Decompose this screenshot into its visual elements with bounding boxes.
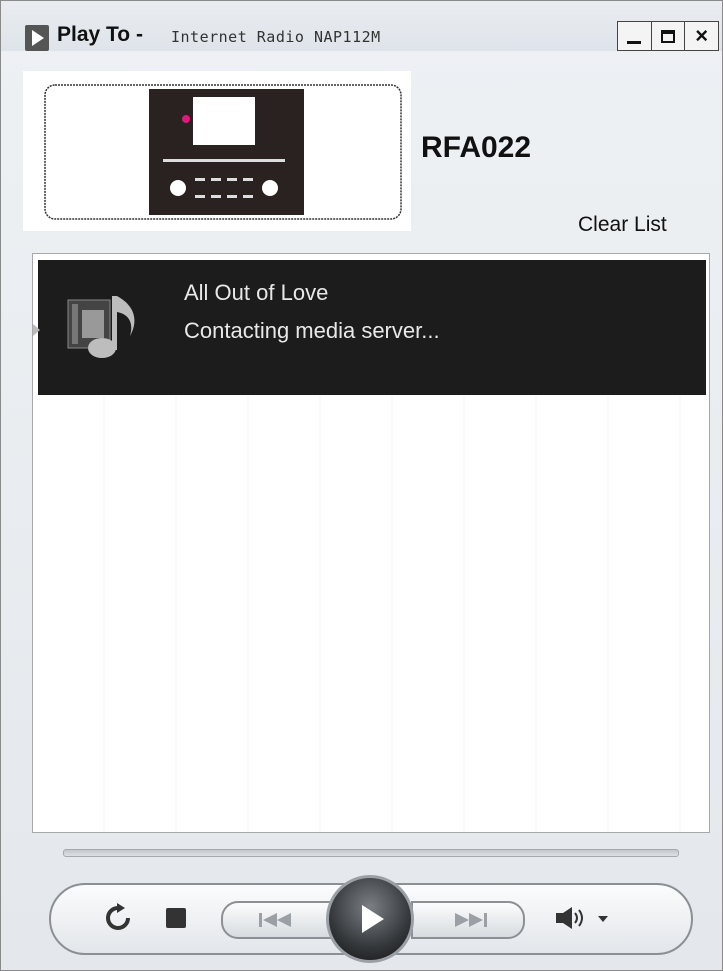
volume-icon: [556, 907, 608, 929]
track-title: All Out of Love: [184, 280, 329, 305]
maximize-button[interactable]: [652, 22, 686, 50]
window-title: Play To -: [57, 23, 143, 46]
repeat-button[interactable]: [103, 903, 133, 933]
radio-device-icon: [44, 84, 402, 220]
list-item[interactable]: All Out of Love Contacting media server.…: [33, 260, 706, 395]
chevron-down-icon: [598, 916, 608, 922]
minimize-button[interactable]: [618, 22, 652, 50]
stop-button[interactable]: [165, 907, 187, 929]
seek-bar[interactable]: [63, 849, 679, 857]
play-to-icon: [25, 25, 49, 51]
playback-controls: [49, 875, 693, 963]
next-icon: [455, 913, 487, 927]
current-item-marker: [33, 324, 40, 336]
repeat-icon: [106, 903, 130, 930]
play-button[interactable]: [326, 875, 414, 963]
close-button[interactable]: ×: [685, 22, 718, 50]
minimize-icon: [627, 40, 642, 44]
close-icon: ×: [695, 23, 709, 48]
maximize-icon: [661, 29, 675, 43]
previous-icon: [259, 913, 291, 927]
device-image: [23, 71, 411, 231]
music-note-icon: [67, 296, 135, 358]
playlist[interactable]: All Out of Love Contacting media server.…: [32, 253, 710, 833]
stop-icon: [166, 908, 186, 928]
play-icon: [362, 905, 384, 933]
window-controls: ×: [617, 21, 719, 51]
playlist-background: [33, 394, 709, 832]
play-to-window: Play To - Internet Radio NAP112M × RFA02…: [0, 0, 723, 971]
track-status: Contacting media server...: [184, 318, 440, 343]
title-bar[interactable]: Play To - Internet Radio NAP112M ×: [1, 1, 722, 51]
next-button[interactable]: [411, 901, 525, 939]
volume-button[interactable]: [551, 903, 621, 933]
window-subtitle: Internet Radio NAP112M: [171, 28, 381, 46]
previous-button[interactable]: [221, 901, 335, 939]
device-name: RFA022: [421, 131, 532, 164]
clear-list-link[interactable]: Clear List: [578, 213, 667, 237]
